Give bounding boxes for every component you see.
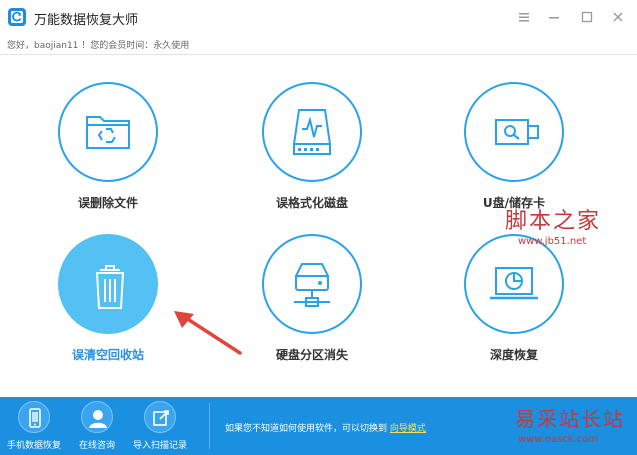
maximize-icon[interactable] [578,8,596,26]
tile-label: 误格式化磁盘 [275,196,348,210]
wizard-mode-link[interactable]: 向导模式 [390,424,426,434]
tile-circle [464,82,564,182]
usb-drive-icon [495,119,539,145]
import-scan-record-button[interactable]: 导入扫描记录 [130,401,190,453]
disk-format-icon [292,109,332,155]
app-logo-icon [8,8,26,26]
watermark-top-url: www.jb51.net [518,236,587,247]
watermark-bottom: 易采站长站 [515,407,625,431]
bottom-divider [209,403,210,449]
tile-circle [58,82,158,182]
tile-circle [58,234,158,334]
member-info-bar: 您好，baojian11 ！您的会员时间：永久使用 [0,34,637,55]
app-title: 万能数据恢复大师 [34,13,139,28]
wizard-hint: 如果您不知道如何使用软件，可以切换到 向导模式 [225,421,426,434]
tile-circle [262,82,362,182]
minimize-icon[interactable] [545,8,563,26]
title-bar: 万能数据恢复大师 [0,0,637,34]
tile-label: 硬盘分区消失 [275,348,348,362]
import-icon [144,401,176,433]
watermark-top: 脚本之家 [505,209,602,234]
tile-circle [262,234,362,334]
phone-recovery-button[interactable]: 手机数据恢复 [4,401,64,453]
hard-drive-icon [294,263,330,307]
folder-recycle-icon [86,116,130,149]
wizard-hint-text: 如果您不知道如何使用软件，可以切换到 [225,424,388,434]
tile-label: 深度恢复 [489,348,538,362]
tile-label: 误清空回收站 [71,348,144,362]
pointer-arrow-icon [174,311,242,355]
member-info-text: 您好，baojian11 ！您的会员时间：永久使用 [7,41,190,51]
tile-deleted-files[interactable]: 误删除文件 [30,82,190,232]
monitor-scan-icon [490,267,538,300]
tile-emptied-recycle-bin[interactable]: 误清空回收站 [30,234,190,384]
tile-lost-partition[interactable]: 硬盘分区消失 [234,234,394,384]
bottom-item-label: 导入扫描记录 [132,441,187,451]
tile-deep-recovery[interactable]: 深度恢复 [436,234,596,384]
menu-icon[interactable] [515,8,533,26]
tile-formatted-disk[interactable]: 误格式化磁盘 [234,82,394,232]
recycle-bin-icon [95,265,125,309]
support-icon [81,401,113,433]
tile-label: 误删除文件 [77,196,138,210]
close-icon[interactable] [609,8,627,26]
watermark-bottom-url: www.easck.com [518,434,599,445]
online-support-button[interactable]: 在线咨询 [67,401,127,453]
tile-circle [464,234,564,334]
phone-icon [18,401,50,433]
